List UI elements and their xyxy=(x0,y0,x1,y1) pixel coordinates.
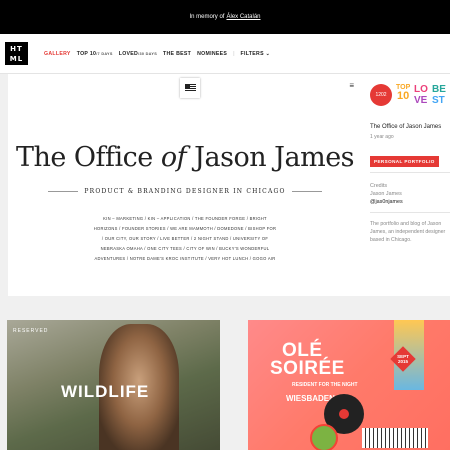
memorial-text: In memory of xyxy=(189,14,225,20)
subtitle-rule-left xyxy=(48,191,79,192)
nav-top10[interactable]: TOP 10/7 DAYS xyxy=(77,51,113,57)
nav-top10-label: TOP 10 xyxy=(76,51,97,57)
category-tag[interactable]: PERSONAL PORTFOLIO xyxy=(370,156,439,167)
sidebar-divider xyxy=(370,212,450,213)
love-bottom: VE xyxy=(414,95,428,106)
nav-links: GALLERY TOP 10/7 DAYS LOVED/30 DAYS THE … xyxy=(44,51,270,57)
credits-handle[interactable]: @jas0njames xyxy=(370,198,403,206)
nav-nominees[interactable]: NOMINEES xyxy=(197,51,227,57)
chevron-down-icon: ⌄ xyxy=(265,51,271,57)
top10-number: 10 xyxy=(397,90,410,102)
logo-line-2: ML xyxy=(9,54,24,63)
heart-count: 1202 xyxy=(375,92,387,98)
nav-filters-label: FILTERS xyxy=(240,51,264,57)
nav-the-best[interactable]: THE BEST xyxy=(163,51,191,57)
nav-loved[interactable]: LOVED/30 DAYS xyxy=(119,51,157,57)
best-badge: BE ST xyxy=(432,84,446,106)
nav-gallery[interactable]: GALLERY xyxy=(44,51,71,57)
memorial-banner: In memory of Álex Catalán xyxy=(0,0,450,34)
watermelon-image xyxy=(310,424,338,450)
nav-separator: | xyxy=(233,51,235,57)
subtitle-rule-right xyxy=(291,191,322,192)
gallery-card-ole-soiree[interactable]: OLÉ SOIRÉE RESIDENT FOR THE NIGHT WIESBA… xyxy=(248,320,450,450)
top10-badge: TOP 10 xyxy=(396,84,410,102)
card-label: RESERVED xyxy=(13,328,49,334)
client-list: KIN – MARKETING / KIN – APPLICATION / TH… xyxy=(93,216,277,261)
nav-loved-label: LOVED xyxy=(118,51,139,57)
featured-site-preview[interactable]: ≡ The Office of Jason James PRODUCT & BR… xyxy=(8,74,362,296)
heart-badge[interactable]: 1202 xyxy=(370,84,392,106)
best-top: BE xyxy=(432,84,446,95)
flag-icon xyxy=(180,78,200,98)
main-nav: HT ML GALLERY TOP 10/7 DAYS LOVED/30 DAY… xyxy=(0,34,450,74)
nav-filters[interactable]: FILTERS ⌄ xyxy=(241,51,271,57)
date-badge-text: SEPT 2015 xyxy=(397,354,409,364)
keyboard-image xyxy=(362,428,428,448)
love-badge: LO VE xyxy=(414,84,428,106)
project-date: 1 year ago xyxy=(370,134,394,140)
memorial-link[interactable]: Álex Catalán xyxy=(226,14,260,20)
hero-subtitle: PRODUCT & BRANDING DESIGNER IN CHICAGO xyxy=(84,188,286,195)
project-title[interactable]: The Office of Jason James xyxy=(370,124,441,130)
nav-loved-sub: /30 DAYS xyxy=(138,52,158,56)
hero-title-of: of xyxy=(160,142,187,173)
site-logo[interactable]: HT ML xyxy=(5,42,28,65)
card-title: OLÉ SOIRÉE xyxy=(270,341,345,379)
hero-title-part-2: Jason James xyxy=(186,142,355,173)
card-title-line-2: SOIRÉE xyxy=(270,358,345,379)
hero-title-part-1: The Office xyxy=(15,142,161,173)
sidebar-divider xyxy=(370,172,450,173)
project-description: The portfolio and blog of Jason James, a… xyxy=(370,221,446,243)
credits-label: Credits xyxy=(370,183,388,189)
love-top: LO xyxy=(414,84,428,95)
hero-subtitle-row: PRODUCT & BRANDING DESIGNER IN CHICAGO xyxy=(48,188,322,195)
menu-icon[interactable]: ≡ xyxy=(349,82,354,90)
hero-title: The Office of Jason James xyxy=(8,142,362,173)
project-sidebar: 1202 TOP 10 LO VE BE ST The Office of Jason… xyxy=(362,74,450,296)
credits-block: Credits Jason James @jas0njames xyxy=(370,182,403,206)
nav-top10-sub: /7 DAYS xyxy=(96,52,113,56)
credits-name: Jason James xyxy=(370,191,402,197)
card-subtitle: RESIDENT FOR THE NIGHT xyxy=(292,382,358,388)
best-bottom: ST xyxy=(432,95,445,106)
gallery-card-wildlife[interactable]: RESERVED WILDLIFE xyxy=(7,320,220,450)
award-badges: 1202 TOP 10 LO VE BE ST xyxy=(370,84,450,108)
card-title: WILDLIFE xyxy=(61,382,150,401)
logo-line-1: HT xyxy=(10,44,23,53)
